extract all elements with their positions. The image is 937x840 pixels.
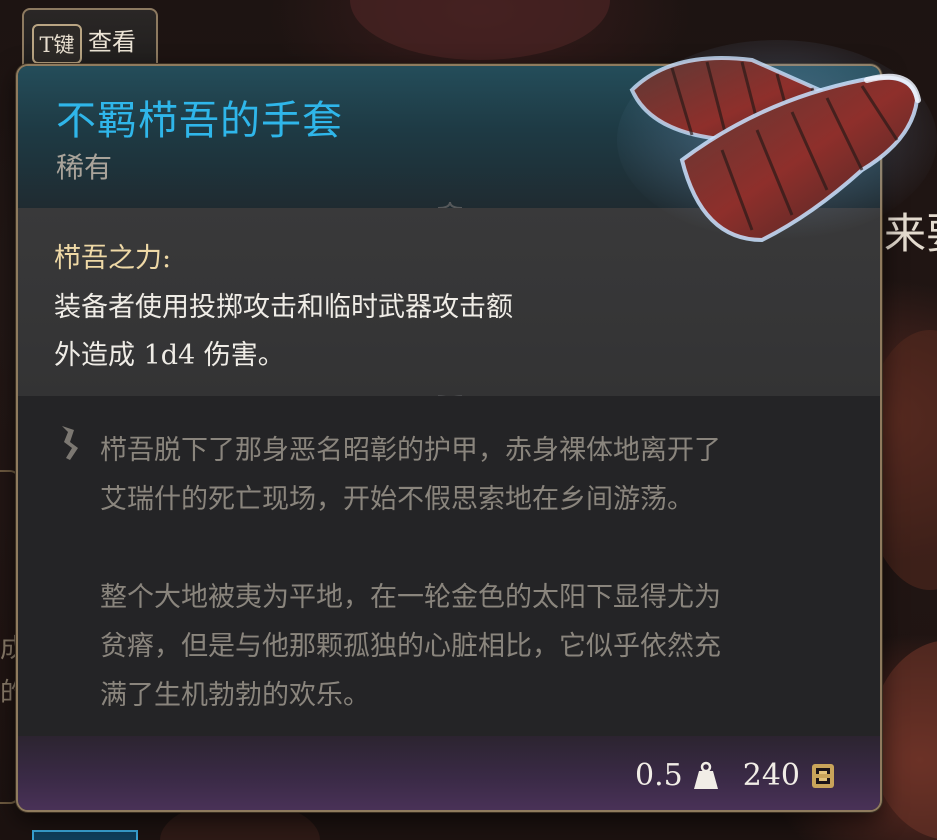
weight-icon [693, 761, 718, 789]
tooltip-footer: 0.5 240 [18, 736, 880, 810]
effect-line: 外造成 1d4 伤害。 [54, 340, 285, 371]
gold-coin-icon [812, 763, 834, 788]
item-rarity: 稀有 [56, 151, 113, 184]
lore-line: 整个大地被夷为平地，在一轮金色的太阳下显得尤为 [100, 582, 721, 613]
background-button [32, 830, 138, 840]
lore-line: 栉吾脱下了那身恶名昭彰的护甲，赤身裸体地离开了 [100, 435, 721, 466]
item-value: 240 [742, 758, 800, 793]
quill-icon [62, 426, 78, 460]
lore-paragraph: 整个大地被夷为平地，在一轮金色的太阳下显得尤为 贫瘠，但是与他那颗孤独的心脏相比… [100, 573, 860, 720]
item-weight: 0.5 [635, 758, 683, 793]
effect-title: 栉吾之力: [54, 243, 172, 274]
lore-line: 贫瘠，但是与他那颗孤独的心脏相比，它似乎依然充 [100, 631, 721, 662]
lore-line: 满了生机勃勃的欢乐。 [100, 680, 370, 711]
key-cap-t: T键 [32, 24, 82, 64]
lore-line: 艾瑞什的死亡现场，开始不假思索地在乡间游荡。 [100, 484, 694, 515]
effect-line: 装备者使用投掷攻击和临时武器攻击额 [54, 292, 513, 323]
effect-description: 装备者使用投掷攻击和临时武器攻击额 外造成 1d4 伤害。 [54, 284, 674, 380]
inspect-label: 查看 [88, 28, 136, 56]
item-name: 不羁栉吾的手套 [56, 98, 343, 144]
gloves-icon [617, 40, 937, 243]
lore-paragraph: 栉吾脱下了那身恶名昭彰的护甲，赤身裸体地离开了 艾瑞什的死亡现场，开始不假思索地… [100, 426, 860, 524]
lore-section: 栉吾脱下了那身恶名昭彰的护甲，赤身裸体地离开了 艾瑞什的死亡现场，开始不假思索地… [18, 396, 880, 736]
background-blob [350, 0, 610, 60]
game-scene-background: 来要 成 的 T键 查看 不羁栉吾的手套 稀有 栉吾之力: 装备者使用投掷攻击和… [0, 0, 937, 840]
lore-text: 栉吾脱下了那身恶名昭彰的护甲，赤身裸体地离开了 艾瑞什的死亡现场，开始不假思索地… [100, 426, 860, 769]
item-stats: 0.5 240 [635, 758, 836, 793]
